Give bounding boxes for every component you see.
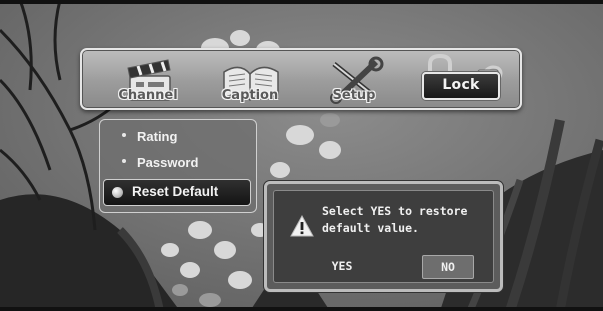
menu-item-channel[interactable]: Channel — [98, 54, 198, 106]
menu-item-caption[interactable]: Caption — [200, 54, 300, 106]
tv-screen: Channel Caption Setup Lock Rating Passwo… — [0, 0, 603, 311]
lock-selected-highlight: Lock — [422, 72, 500, 100]
submenu-label: Reset Default — [132, 184, 219, 199]
reset-confirm-dialog: Select YES to restore default value. YES… — [264, 181, 503, 292]
selected-circle-icon — [112, 187, 123, 198]
submenu-item-reset-default[interactable]: Reset Default — [103, 179, 251, 206]
menu-label-lock: Lock — [442, 77, 480, 93]
dialog-message: Select YES to restore default value. — [322, 203, 482, 237]
menu-label-channel: Channel — [118, 88, 178, 103]
warning-icon — [290, 215, 314, 237]
submenu-item-rating[interactable]: Rating — [106, 126, 252, 150]
no-button[interactable]: NO — [422, 255, 474, 279]
submenu-label: Password — [137, 155, 199, 170]
submenu-label: Rating — [137, 129, 178, 144]
bullet-dot-icon — [122, 133, 126, 137]
dialog-body: Select YES to restore default value. YES… — [273, 190, 494, 283]
bullet-dot-icon — [122, 159, 126, 163]
top-menu-bar: Channel Caption Setup Lock — [80, 48, 522, 110]
menu-label-setup: Setup — [332, 88, 376, 103]
submenu-item-password[interactable]: Password — [106, 152, 252, 176]
yes-button[interactable]: YES — [314, 255, 370, 277]
menu-label-caption: Caption — [221, 88, 279, 103]
dialog-message-line2: default value. — [322, 221, 419, 235]
menu-item-setup[interactable]: Setup — [304, 54, 404, 106]
dialog-message-line1: Select YES to restore — [322, 204, 468, 218]
menu-item-lock[interactable]: Lock — [408, 54, 508, 106]
lock-submenu: Rating Password Reset Default — [99, 119, 257, 213]
